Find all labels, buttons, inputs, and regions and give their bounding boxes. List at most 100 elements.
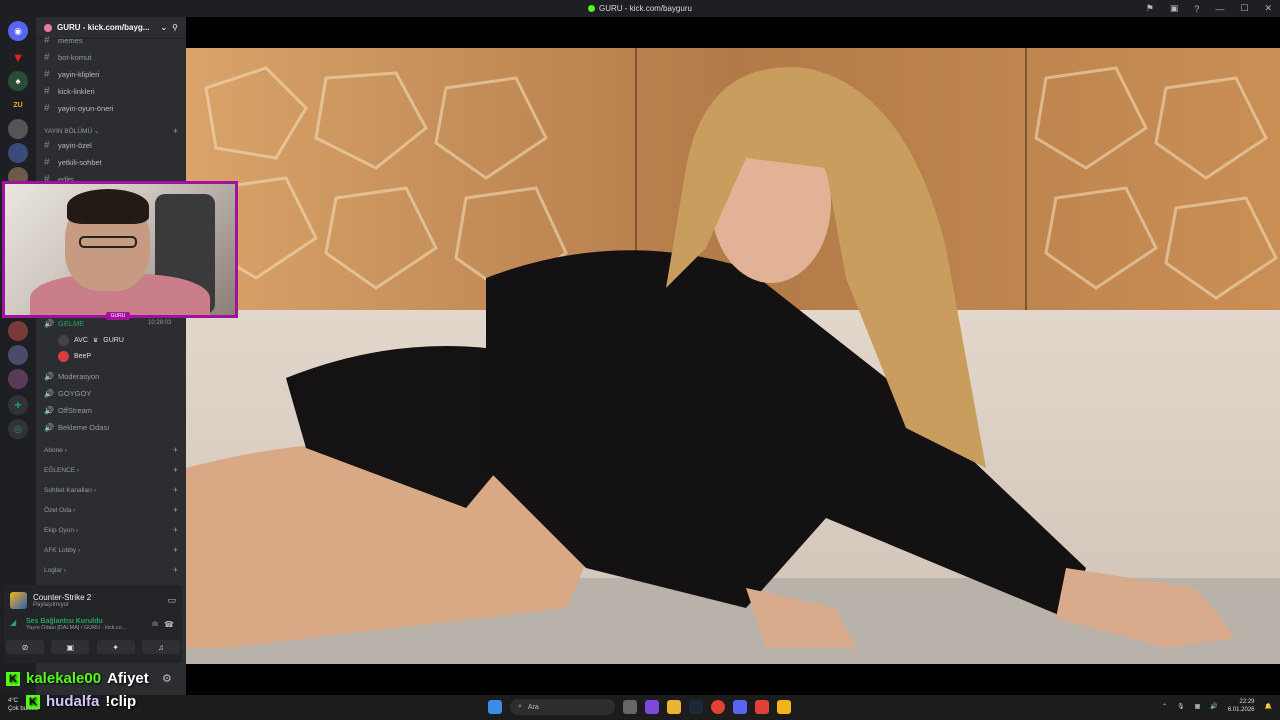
voice-channel-gelme[interactable]: 🔊 GELME (44, 316, 84, 330)
category-afk-lobby[interactable]: AFK Lobby › + (44, 544, 178, 556)
noise-suppression-icon[interactable]: ıIı (152, 621, 158, 628)
steam-icon[interactable] (689, 700, 703, 714)
streamer-glasses (79, 236, 137, 248)
app-icon-purple[interactable] (645, 700, 659, 714)
server-folder-1[interactable] (8, 119, 28, 139)
disconnect-icon[interactable]: ☎ (164, 620, 174, 629)
channel-yayin-oyun-oneri[interactable]: # yayin-oyun-öneri (44, 101, 113, 115)
add-server-icon[interactable]: + (8, 395, 28, 415)
server-icon-valorant[interactable]: ▼ (8, 47, 28, 67)
category-eglence[interactable]: EĞLENCE › + (44, 464, 178, 476)
clock-date: 6.01.2026 (1227, 707, 1255, 713)
close-icon[interactable]: ✕ (1264, 3, 1272, 14)
chat-username: hudalfa (46, 693, 100, 710)
voice-user-beep[interactable]: BeeP (58, 349, 91, 363)
chevron-up-icon[interactable]: ⌃ (1162, 703, 1167, 710)
windows-start-icon[interactable] (488, 700, 502, 714)
voice-channel-goygoy[interactable]: 🔊 GOYGOY (44, 386, 91, 400)
app-icon-red[interactable] (755, 700, 769, 714)
add-channel-icon[interactable]: + (173, 525, 178, 535)
clock[interactable]: 22:29 6.01.2026 (1228, 698, 1255, 714)
channel-label: memes (58, 35, 83, 45)
minimize-icon[interactable]: — (1215, 4, 1224, 14)
cs2-taskbar-icon[interactable] (777, 700, 791, 714)
channel-label: yayin-oyun-öneri (58, 103, 114, 113)
settings-gear-icon[interactable]: ⚙ (162, 672, 172, 685)
server-folder-6[interactable] (8, 369, 28, 389)
speaker-icon: 🔊 (44, 318, 54, 328)
chrome-icon[interactable] (711, 700, 725, 714)
category-sohbet[interactable]: Sohbet Kanalları › + (44, 484, 178, 496)
network-icon[interactable]: ▦ (1195, 703, 1201, 710)
task-view-icon[interactable] (623, 700, 637, 714)
kick-badge-icon: K (6, 671, 20, 686)
add-channel-icon[interactable]: + (173, 565, 178, 575)
flag-icon[interactable]: ⚑ (1146, 3, 1154, 14)
add-channel-icon[interactable]: + (173, 445, 178, 455)
channel-kick-linkleri[interactable]: # kick-linkleri (44, 84, 95, 98)
voice-user-avc[interactable]: AVC ♛ GURU (58, 333, 124, 347)
add-channel-icon[interactable]: + (173, 545, 178, 555)
add-member-icon[interactable]: ⚲ (172, 23, 178, 32)
channel-bot-komut[interactable]: # bot-komut (44, 50, 91, 64)
voice-channel-offstream[interactable]: 🔊 OffStream (44, 403, 92, 417)
category-ekip-oyun[interactable]: Ekip Oyun › + (44, 524, 178, 536)
add-channel-icon[interactable]: + (173, 126, 178, 136)
microphone-icon[interactable]: 🎙 (1177, 703, 1185, 710)
inbox-icon[interactable]: ▣ (1170, 3, 1179, 14)
camera-button[interactable]: ⊘ (6, 640, 44, 654)
server-icon-zuzu[interactable]: ZU (8, 95, 28, 115)
discord-home-icon[interactable]: ◉ (8, 21, 28, 41)
voice-channel-label: OffStream (58, 405, 93, 415)
category-label: Loglar (44, 566, 63, 574)
add-channel-icon[interactable]: + (173, 505, 178, 515)
notification-bell-icon[interactable]: 🔔 (1265, 703, 1272, 710)
add-channel-icon[interactable]: + (173, 465, 178, 475)
hash-icon: # (44, 85, 50, 97)
category-yayin-bolumu[interactable]: YAYIN BÖLÜMÜ ⌄ + (44, 125, 178, 137)
share-screen-icon: ▣ (66, 642, 75, 652)
channel-yayin-klipleri[interactable]: # yayin-klipleri (44, 67, 99, 81)
voice-channel-label: Bekleme Odası (58, 422, 110, 432)
stream-view[interactable] (186, 17, 1280, 695)
category-loglar[interactable]: Loglar › + (44, 564, 178, 576)
server-folder-5[interactable] (8, 345, 28, 365)
maximize-icon[interactable]: ☐ (1240, 3, 1248, 14)
channel-label: bot-komut (58, 52, 92, 62)
search-placeholder: Ara (527, 703, 539, 711)
add-channel-icon[interactable]: + (173, 485, 178, 495)
speaker-icon: 🔊 (44, 371, 54, 381)
channel-yayin-ozel[interactable]: # yayin-özel (44, 138, 92, 152)
file-explorer-icon[interactable] (667, 700, 681, 714)
category-abone[interactable]: Abone › + (44, 444, 178, 456)
hash-icon: # (44, 102, 50, 114)
window-title-text: GURU - kick.com/bayguru (599, 4, 692, 13)
discord-taskbar-icon[interactable] (733, 700, 747, 714)
server-folder-4[interactable] (8, 321, 28, 341)
voice-channel-moderasyon[interactable]: 🔊 Moderasyon (44, 369, 99, 383)
channel-memes[interactable]: # memes (44, 33, 83, 47)
signal-icon[interactable]: ◢ (10, 618, 16, 627)
share-screen-button[interactable]: ▣ (51, 640, 90, 654)
camera-off-icon: ⊘ (21, 642, 29, 652)
channel-label: yayin-klipleri (58, 69, 100, 79)
activity-panel[interactable]: Counter-Strike 2 Paylaşılmıyor ▭ (4, 585, 182, 615)
screen-share-icon[interactable]: ▭ (167, 595, 176, 606)
chat-message: K hudalfa !clip (6, 693, 136, 710)
hash-icon: # (44, 34, 50, 46)
voice-user-name: AVC (74, 336, 88, 344)
server-folder-2[interactable] (8, 143, 28, 163)
soundboard-button[interactable]: ♫ (141, 640, 180, 654)
category-label: Ekip Oyun (44, 526, 74, 534)
activity-status: Paylaşılmıyor (33, 601, 70, 608)
help-icon[interactable]: ? (1194, 4, 1199, 14)
server-icon-leaf[interactable]: ♠ (8, 71, 28, 91)
explore-icon[interactable]: ◎ (8, 419, 28, 439)
activities-button[interactable]: ✦ (96, 640, 135, 654)
taskbar-search[interactable]: ⌕ Ara (510, 699, 615, 715)
voice-channel-bekleme[interactable]: 🔊 Bekleme Odası (44, 420, 109, 434)
volume-icon[interactable]: 🔊 (1210, 703, 1217, 710)
hash-icon: # (44, 68, 50, 80)
channel-yetkili-sohbet[interactable]: # yetkili-sohbet (44, 155, 102, 169)
category-ozel-oda[interactable]: Özel Oda › + (44, 504, 178, 516)
